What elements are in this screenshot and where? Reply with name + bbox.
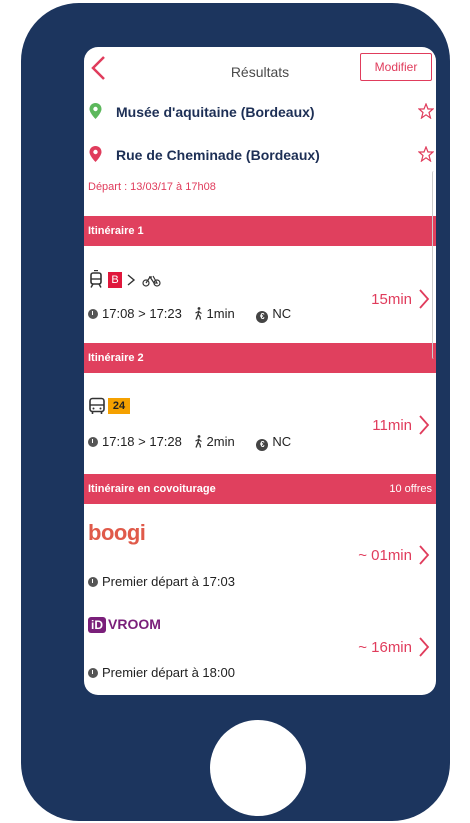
itinerary-2-walk: 2min bbox=[206, 434, 235, 449]
itinerary-2-times: 17:18 > 17:28 bbox=[102, 434, 182, 449]
itinerary-1-duration: 15min bbox=[371, 291, 412, 308]
favorite-star-icon[interactable] bbox=[418, 103, 434, 119]
tram-icon bbox=[90, 270, 102, 288]
cost-icon: € bbox=[256, 311, 269, 323]
chevron-right-icon bbox=[419, 415, 430, 435]
tram-line-badge: B bbox=[108, 272, 122, 288]
carpool-header: Itinéraire en covoiturage 10 offres bbox=[84, 474, 436, 504]
vroom-first-departure: Premier départ à 18:00 bbox=[102, 665, 235, 680]
itinerary-1-times: 17:08 > 17:23 bbox=[102, 306, 182, 321]
itinerary-2-header: Itinéraire 2 bbox=[84, 343, 436, 373]
vcub-bike-icon bbox=[142, 275, 161, 287]
boogi-first-departure: Premier départ à 17:03 bbox=[102, 574, 235, 589]
itinerary-2-card[interactable]: 24 11min 17:18 > 17:28 2min € NC bbox=[84, 373, 436, 466]
itinerary-1-header: Itinéraire 1 bbox=[84, 216, 436, 246]
bus-line-badge: 24 bbox=[108, 398, 130, 414]
departure-datetime: Départ : 13/03/17 à 17h08 bbox=[88, 181, 216, 193]
carpool-offer-boogi[interactable]: boogi ~ 01min Premier départ à 17:03 bbox=[84, 504, 436, 594]
carpool-offers-count: 10 offres bbox=[389, 483, 432, 495]
destination-row[interactable]: Rue de Cheminade (Bordeaux) bbox=[84, 144, 436, 166]
favorite-star-icon[interactable] bbox=[418, 146, 434, 162]
itinerary-2-details: 17:18 > 17:28 2min € NC bbox=[88, 434, 291, 451]
step-separator-icon bbox=[127, 274, 136, 286]
bus-icon bbox=[89, 397, 105, 414]
boogi-first-departure-row: Premier départ à 17:03 bbox=[88, 574, 235, 589]
home-button[interactable] bbox=[210, 720, 306, 816]
destination-name: Rue de Cheminade (Bordeaux) bbox=[116, 147, 320, 163]
carpool-offer-vroom[interactable]: iD VROOM ~ 16min Premier départ à 18:00 bbox=[84, 594, 436, 689]
origin-name: Musée d'aquitaine (Bordeaux) bbox=[116, 104, 315, 120]
app-screen: Résultats Modifier Musée d'aquitaine (Bo… bbox=[84, 47, 436, 695]
boogi-duration: ~ 01min bbox=[358, 547, 412, 564]
itinerary-2-label: Itinéraire 2 bbox=[88, 352, 144, 364]
scrollbar[interactable] bbox=[432, 171, 436, 359]
origin-pin-icon bbox=[89, 103, 102, 119]
clock-icon bbox=[88, 577, 98, 587]
idvroom-logo-text: VROOM bbox=[108, 616, 161, 632]
itinerary-2-cost: NC bbox=[272, 434, 292, 449]
destination-pin-icon bbox=[89, 146, 102, 162]
header-bar: Résultats Modifier bbox=[84, 47, 436, 91]
origin-row[interactable]: Musée d'aquitaine (Bordeaux) bbox=[84, 101, 436, 123]
walk-icon bbox=[194, 307, 202, 320]
vroom-duration: ~ 16min bbox=[358, 639, 412, 656]
itinerary-1-cost: NC bbox=[272, 306, 292, 321]
chevron-right-icon bbox=[419, 545, 430, 565]
itinerary-1-label: Itinéraire 1 bbox=[88, 225, 144, 237]
walk-icon bbox=[194, 435, 202, 448]
chevron-right-icon bbox=[419, 289, 430, 309]
itinerary-1-details: 17:08 > 17:23 1min € NC bbox=[88, 306, 291, 323]
clock-icon bbox=[88, 437, 98, 447]
vroom-first-departure-row: Premier départ à 18:00 bbox=[88, 665, 235, 680]
carpool-label: Itinéraire en covoiturage bbox=[88, 483, 216, 495]
itinerary-1-walk: 1min bbox=[206, 306, 235, 321]
phone-frame: Résultats Modifier Musée d'aquitaine (Bo… bbox=[21, 3, 450, 821]
clock-icon bbox=[88, 668, 98, 678]
chevron-right-icon bbox=[419, 637, 430, 657]
boogi-logo: boogi bbox=[88, 520, 146, 545]
idvroom-logo-prefix: iD bbox=[88, 617, 106, 633]
itinerary-2-duration: 11min bbox=[372, 417, 412, 434]
itinerary-1-card[interactable]: B 15min 17:08 > 17:23 1min € NC bbox=[84, 246, 436, 342]
idvroom-logo: iD VROOM bbox=[88, 616, 161, 634]
clock-icon bbox=[88, 309, 98, 319]
modify-button[interactable]: Modifier bbox=[360, 53, 432, 81]
cost-icon: € bbox=[256, 439, 269, 451]
